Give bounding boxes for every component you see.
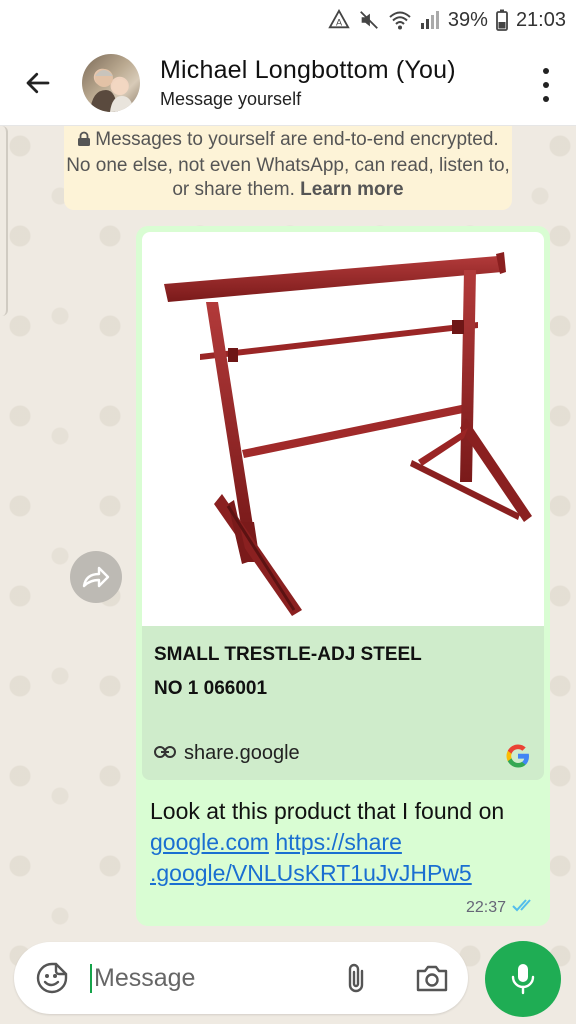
forward-icon[interactable] xyxy=(70,551,122,603)
mic-icon[interactable] xyxy=(485,941,561,1017)
battery-icon xyxy=(496,9,508,31)
message-time: 22:37 xyxy=(465,898,506,916)
link-preview[interactable]: SMALL TRESTLE-ADJ STEEL NO 1 066001 shar… xyxy=(142,232,544,780)
wifi-icon xyxy=(388,9,412,31)
encryption-notice[interactable]: Messages to yourself are end-to-end encr… xyxy=(64,126,512,210)
preview-link-row[interactable]: share.google xyxy=(154,742,300,765)
contact-info[interactable]: Michael Longbottom (You) Message yoursel… xyxy=(160,56,456,110)
message-body: Look at this product that I found on xyxy=(150,798,505,824)
sticker-icon[interactable] xyxy=(32,958,72,998)
signal-icon xyxy=(420,9,440,31)
message-meta: 22:37 xyxy=(466,897,538,918)
encryption-text: Messages to yourself are end-to-end encr… xyxy=(66,129,510,200)
message-bubble[interactable]: SMALL TRESTLE-ADJ STEEL NO 1 066001 shar… xyxy=(136,226,550,926)
link-icon xyxy=(154,742,176,765)
mute-icon xyxy=(358,9,380,31)
avatar[interactable] xyxy=(82,53,140,112)
svg-text:A: A xyxy=(336,18,343,28)
product-image[interactable] xyxy=(142,232,544,626)
message-text: Look at this product that I found on goo… xyxy=(150,796,540,889)
contact-name: Michael Longbottom (You) xyxy=(160,55,456,84)
camera-icon[interactable] xyxy=(412,958,452,998)
clock: 21:03 xyxy=(515,8,566,31)
composer xyxy=(14,942,468,1014)
read-ticks-icon xyxy=(512,897,538,918)
battery-percent: 39% xyxy=(447,8,488,31)
preview-title: SMALL TRESTLE-ADJ STEEL NO 1 066001 xyxy=(154,644,422,699)
edge-panel-handle[interactable] xyxy=(0,126,8,316)
data-saver-icon: A xyxy=(328,9,350,31)
lock-icon xyxy=(77,130,91,154)
message-input[interactable] xyxy=(90,963,310,993)
status-bar: A 39% 21:03 xyxy=(0,0,576,40)
chat-header: Michael Longbottom (You) Message yoursel… xyxy=(0,40,576,126)
back-arrow-icon[interactable] xyxy=(8,53,68,113)
attach-icon[interactable] xyxy=(336,958,376,998)
more-vert-icon[interactable] xyxy=(540,68,552,102)
google-logo-icon xyxy=(504,742,532,775)
contact-subtitle: Message yourself xyxy=(160,88,302,109)
learn-more-link[interactable]: Learn more xyxy=(300,179,403,200)
preview-domain: share.google xyxy=(184,742,300,764)
message-link-google[interactable]: google.com xyxy=(150,829,269,855)
